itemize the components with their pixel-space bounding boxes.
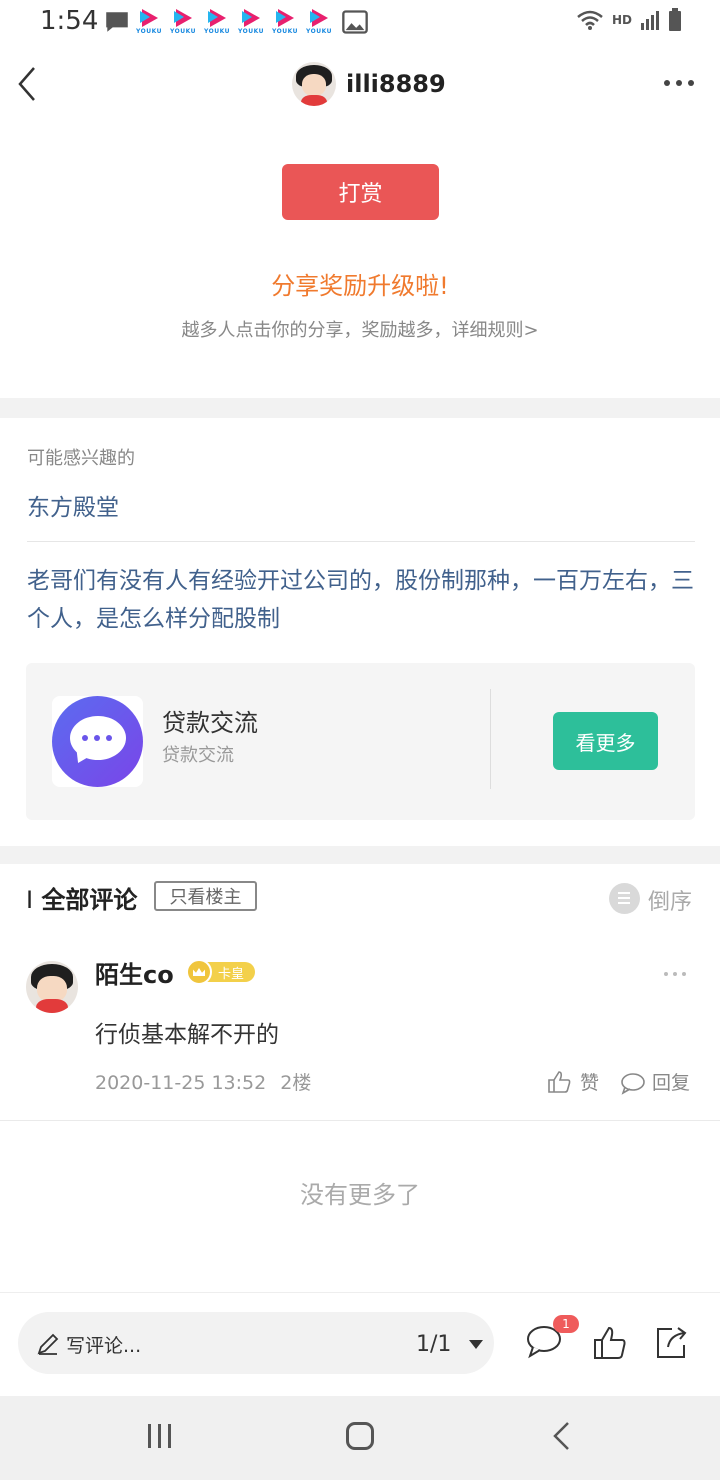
- notification-icons: YOUKU YOUKU YOUKU YOUKU YOUKU YOUKU: [102, 8, 374, 36]
- top-header: illi8889: [0, 44, 720, 126]
- comment-meta: 2020-11-25 13:52 2楼: [95, 1068, 311, 1095]
- comments-title: I 全部评论: [26, 880, 137, 915]
- recommend-label: 可能感兴趣的: [27, 448, 135, 469]
- status-bar: 1:54 YOUKU YOUKU YOUKU YOUKU YOUKU YOUKU…: [0, 0, 720, 44]
- youku-icon: YOUKU: [238, 8, 268, 36]
- image-icon: [342, 10, 368, 34]
- title-bar-mark: I: [26, 886, 34, 914]
- see-more-button[interactable]: 看更多: [553, 712, 658, 770]
- status-time: 1:54: [40, 6, 99, 36]
- wifi-icon: [577, 10, 603, 30]
- divider: [490, 689, 491, 789]
- write-comment-placeholder: 写评论...: [66, 1335, 142, 1357]
- author-username[interactable]: illi8889: [346, 70, 446, 98]
- youku-icon: YOUKU: [306, 8, 336, 36]
- system-icons: HD: [576, 8, 682, 32]
- sort-button[interactable]: 倒序: [648, 884, 692, 916]
- like-icon[interactable]: [592, 1325, 628, 1361]
- reward-button[interactable]: 打赏: [282, 164, 439, 220]
- badge-label: 卡皇: [218, 967, 245, 982]
- comment-floor: 2楼: [280, 1072, 312, 1094]
- recommend-item[interactable]: 东方殿堂: [27, 488, 119, 522]
- divider: [0, 1120, 720, 1121]
- user-level-badge: 卡皇: [186, 959, 255, 985]
- comment-count-badge: 1: [553, 1315, 579, 1333]
- page-dropdown-icon[interactable]: [469, 1340, 483, 1349]
- page-indicator[interactable]: 1/1: [416, 1332, 451, 1357]
- group-icon-container: [52, 696, 143, 787]
- share-reward-rules-link[interactable]: 越多人点击你的分享，奖励越多，详细规则>: [0, 316, 720, 342]
- back-icon[interactable]: [12, 62, 52, 106]
- commenter-avatar[interactable]: [26, 961, 78, 1013]
- divider: [27, 541, 695, 542]
- commenter-username[interactable]: 陌生co: [95, 955, 174, 990]
- network-label: HD: [611, 13, 632, 27]
- comment-reply-button[interactable]: 回复: [620, 1068, 690, 1095]
- crown-icon: [186, 959, 212, 985]
- youku-icon: YOUKU: [136, 8, 166, 36]
- author-avatar[interactable]: [292, 62, 336, 106]
- home-icon[interactable]: [346, 1422, 374, 1450]
- group-card[interactable]: 贷款交流 贷款交流 看更多: [26, 663, 695, 820]
- message-icon: [106, 12, 128, 32]
- thumbs-up-icon: [548, 1070, 571, 1093]
- comment-more-icon[interactable]: [664, 972, 686, 976]
- signal-icon: [641, 11, 659, 30]
- youku-icon: YOUKU: [170, 8, 200, 36]
- reply-bubble-icon: [621, 1072, 645, 1095]
- section-divider: [0, 398, 720, 418]
- like-label: 赞: [580, 1072, 600, 1094]
- system-back-icon[interactable]: [550, 1420, 574, 1452]
- youku-icon: YOUKU: [204, 8, 234, 36]
- group-description: 贷款交流: [162, 745, 234, 766]
- pencil-icon: [37, 1333, 59, 1355]
- write-comment-input[interactable]: 写评论... 1/1: [18, 1312, 494, 1374]
- share-icon[interactable]: [654, 1325, 690, 1361]
- comments-title-text: 全部评论: [41, 886, 138, 914]
- comment-datetime: 2020-11-25 13:52: [95, 1072, 267, 1094]
- reply-label: 回复: [652, 1072, 691, 1094]
- section-divider: [0, 846, 720, 864]
- only-owner-button[interactable]: 只看楼主: [154, 881, 257, 911]
- comment-like-button[interactable]: 赞: [546, 1068, 599, 1095]
- no-more-text: 没有更多了: [300, 1181, 420, 1209]
- recommend-item[interactable]: 老哥们有没有人有经验开过公司的，股份制那种，一百万左右，三个人，是怎么样分配股制: [27, 562, 695, 638]
- system-navigation-bar: [0, 1396, 720, 1480]
- group-name: 贷款交流: [162, 709, 258, 737]
- share-reward-title: 分享奖励升级啦!: [271, 272, 449, 300]
- sort-icon[interactable]: [609, 883, 640, 914]
- more-options-icon[interactable]: [664, 80, 694, 86]
- recents-icon[interactable]: [148, 1424, 171, 1448]
- battery-icon: [669, 8, 681, 31]
- comment-text: 行侦基本解不开的: [95, 1022, 279, 1048]
- youku-icon: YOUKU: [272, 8, 302, 36]
- chat-bubble-icon: [52, 696, 143, 787]
- bottom-action-bar: 写评论... 1/1 1: [0, 1292, 720, 1396]
